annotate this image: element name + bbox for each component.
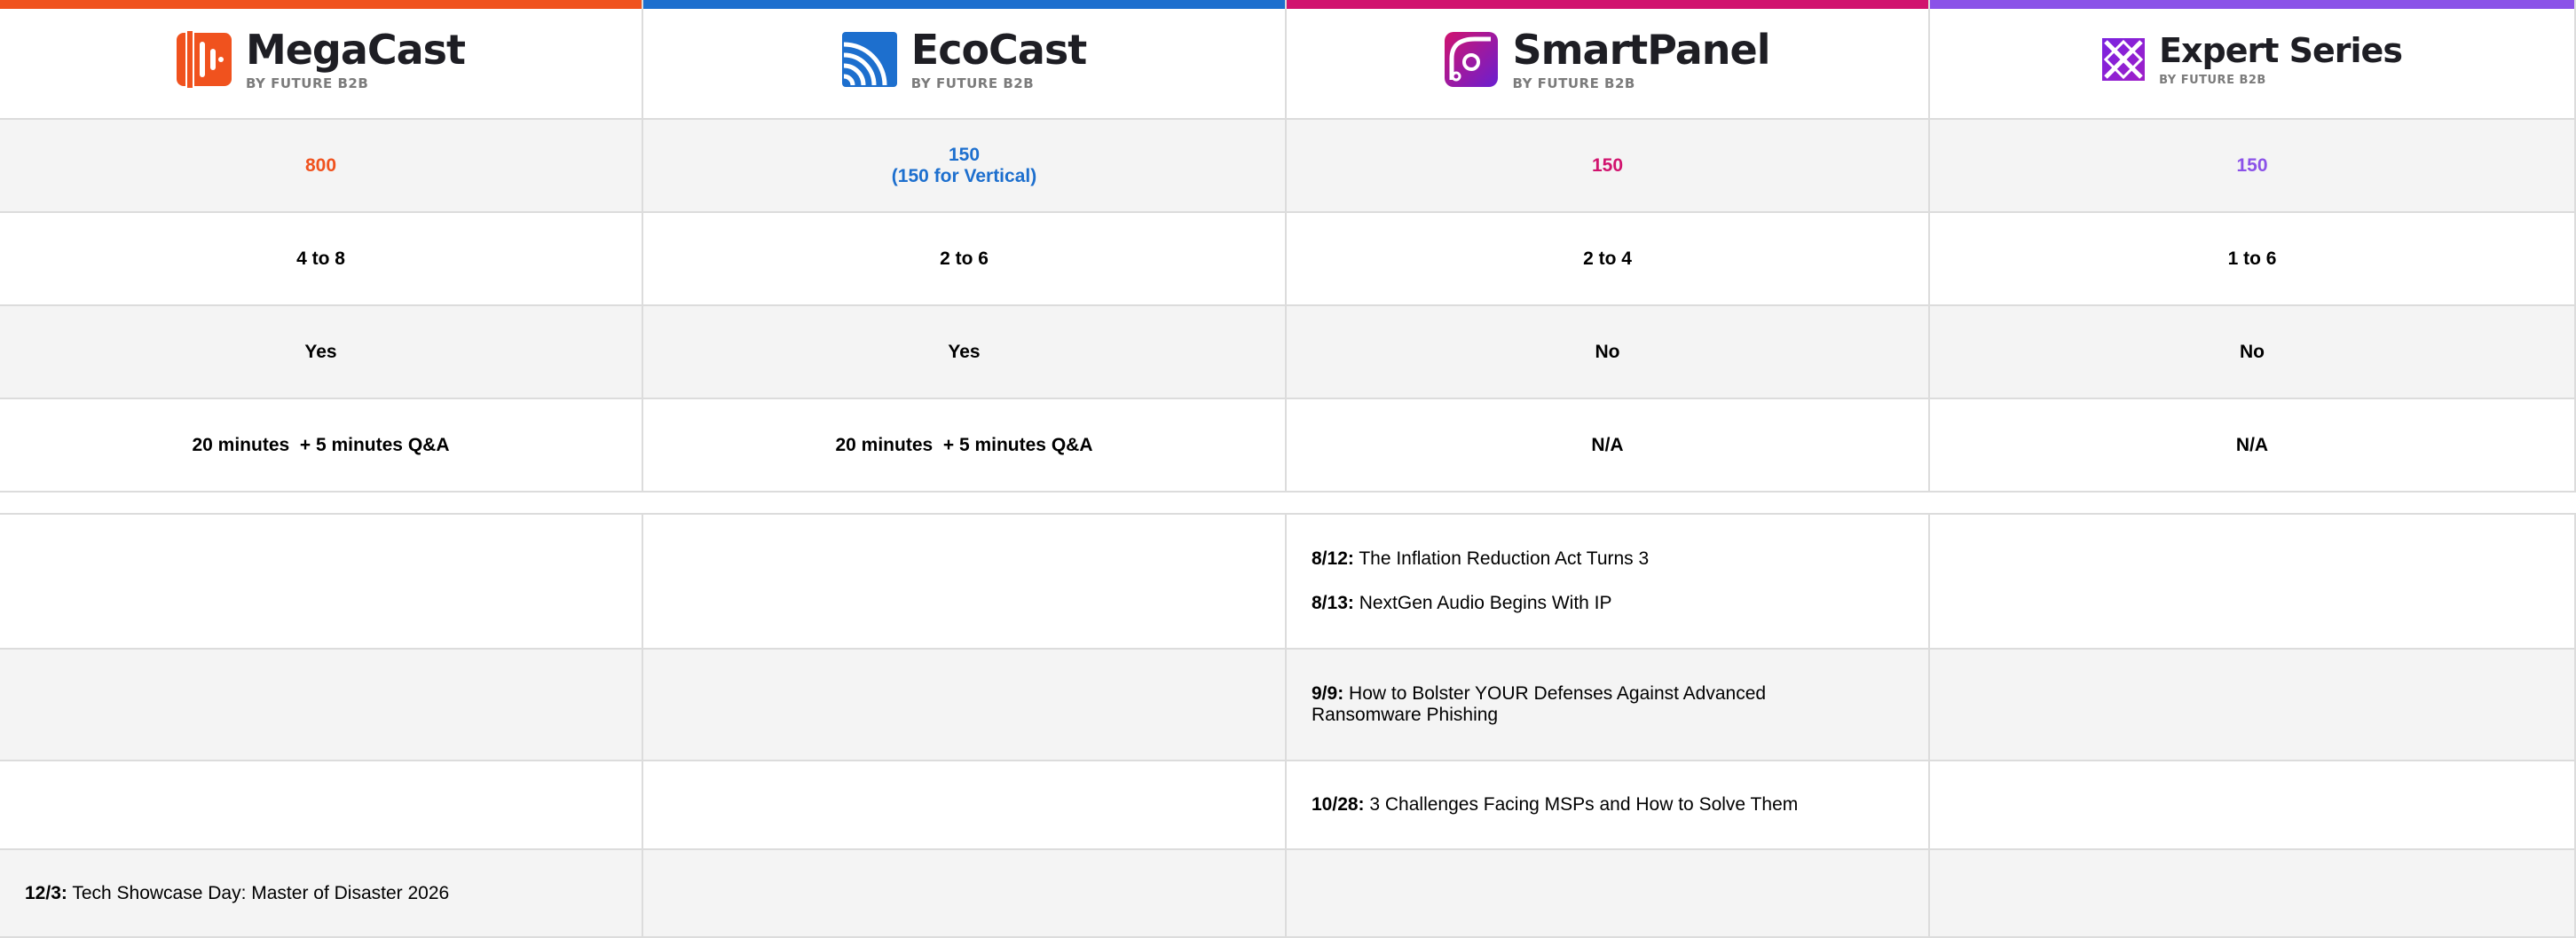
table-cell [643, 761, 1287, 850]
expert-series-logo-icon [2102, 37, 2146, 81]
table-cell: 9/9: How to Bolster YOUR Defenses Agains… [1287, 650, 1930, 761]
table-cell [1287, 850, 1930, 938]
megacast-subtitle: BY FUTURE B2B [245, 75, 369, 91]
table-cell: 12/3: Tech Showcase Day: Master of Disas… [0, 850, 643, 938]
ecocast-title: EcoCast [910, 25, 1087, 74]
table-cell [1930, 761, 2576, 850]
table-cell [1930, 515, 2576, 650]
table-cell: Yes [0, 306, 643, 399]
table-cell [0, 650, 643, 761]
smartpanel-header: SmartPanel BY FUTURE B2B [1287, 0, 1930, 120]
ecocast-logo-icon [841, 31, 897, 87]
event-item[interactable]: 9/9: How to Bolster YOUR Defenses Agains… [1312, 683, 1808, 726]
table-cell: N/A [1287, 399, 1930, 493]
expert-series-header: Expert Series BY FUTURE B2B [1930, 0, 2576, 120]
table-cell [1930, 650, 2576, 761]
table-cell: No [1930, 306, 2576, 399]
megacast-logo-icon [176, 30, 232, 88]
table-cell [643, 650, 1287, 761]
smartpanel-color-bar [1287, 0, 1928, 9]
table-cell: 8/12: The Inflation Reduction Act Turns … [1287, 515, 1930, 650]
table-cell [0, 515, 643, 650]
megacast-title: MegaCast [245, 25, 466, 74]
megacast-value: 800 [304, 154, 337, 176]
event-date: 8/13: [1312, 593, 1354, 613]
table-cell: Yes [643, 306, 1287, 399]
event-date: 12/3: [25, 882, 67, 903]
ecocast-color-bar [643, 0, 1285, 9]
smartpanel-title: SmartPanel [1512, 25, 1770, 74]
event-item[interactable]: 8/12: The Inflation Reduction Act Turns … [1312, 548, 1649, 570]
event-item[interactable]: 10/28: 3 Challenges Facing MSPs and How … [1312, 794, 1798, 816]
table-cell: 2 to 4 [1287, 213, 1930, 306]
events-schedule-table: 8/12: The Inflation Reduction Act Turns … [0, 513, 2576, 938]
expert-series-subtitle: BY FUTURE B2B [2159, 74, 2266, 87]
table-cell: 1 to 6 [1930, 213, 2576, 306]
event-date: 8/12: [1312, 548, 1354, 569]
megacast-header: MegaCast BY FUTURE B2B [0, 0, 643, 120]
smartpanel-value: 150 [1591, 154, 1624, 176]
smartpanel-subtitle: BY FUTURE B2B [1512, 75, 1635, 91]
table-cell: 2 to 6 [643, 213, 1287, 306]
event-date: 9/9: [1312, 683, 1344, 704]
expert-series-color-bar [1930, 0, 2574, 9]
event-title: How to Bolster YOUR Defenses Against Adv… [1312, 683, 1767, 725]
table-cell: 20 minutes + 5 minutes Q&A [643, 399, 1287, 493]
table-cell: 150 [1287, 120, 1930, 213]
table-cell: 800 [0, 120, 643, 213]
table-cell: 4 to 8 [0, 213, 643, 306]
event-title: The Inflation Reduction Act Turns 3 [1353, 548, 1650, 569]
ecocast-value: 150 [948, 144, 981, 165]
table-cell: N/A [1930, 399, 2576, 493]
ecocast-value-note: (150 for Vertical) [891, 165, 1037, 186]
event-title: 3 Challenges Facing MSPs and How to Solv… [1364, 794, 1799, 815]
table-cell [643, 515, 1287, 650]
expert-series-title: Expert Series [2159, 31, 2403, 70]
smartpanel-logo-icon [1445, 31, 1499, 87]
brand-header-row: MegaCast BY FUTURE B2B EcoCast BY FUTURE… [0, 0, 2576, 120]
event-title: NextGen Audio Begins With IP [1353, 593, 1612, 613]
expert-series-value: 150 [2236, 154, 2268, 176]
table-cell [643, 850, 1287, 938]
table-cell: No [1287, 306, 1930, 399]
ecocast-subtitle: BY FUTURE B2B [910, 75, 1035, 91]
megacast-color-bar [0, 0, 642, 9]
event-title: Tech Showcase Day: Master of Disaster 20… [67, 882, 450, 903]
format-summary-table: 800 150 (150 for Vertical) 150 150 4 to … [0, 120, 2576, 493]
event-item[interactable]: 12/3: Tech Showcase Day: Master of Disas… [25, 883, 449, 904]
event-date: 10/28: [1312, 794, 1365, 815]
ecocast-header: EcoCast BY FUTURE B2B [643, 0, 1287, 120]
table-cell [1930, 850, 2576, 938]
table-cell: 20 minutes + 5 minutes Q&A [0, 399, 643, 493]
table-cell: 150 (150 for Vertical) [643, 120, 1287, 213]
event-item[interactable]: 8/13: NextGen Audio Begins With IP [1312, 593, 1649, 614]
table-cell: 10/28: 3 Challenges Facing MSPs and How … [1287, 761, 1930, 850]
table-cell: 150 [1930, 120, 2576, 213]
table-cell [0, 761, 643, 850]
